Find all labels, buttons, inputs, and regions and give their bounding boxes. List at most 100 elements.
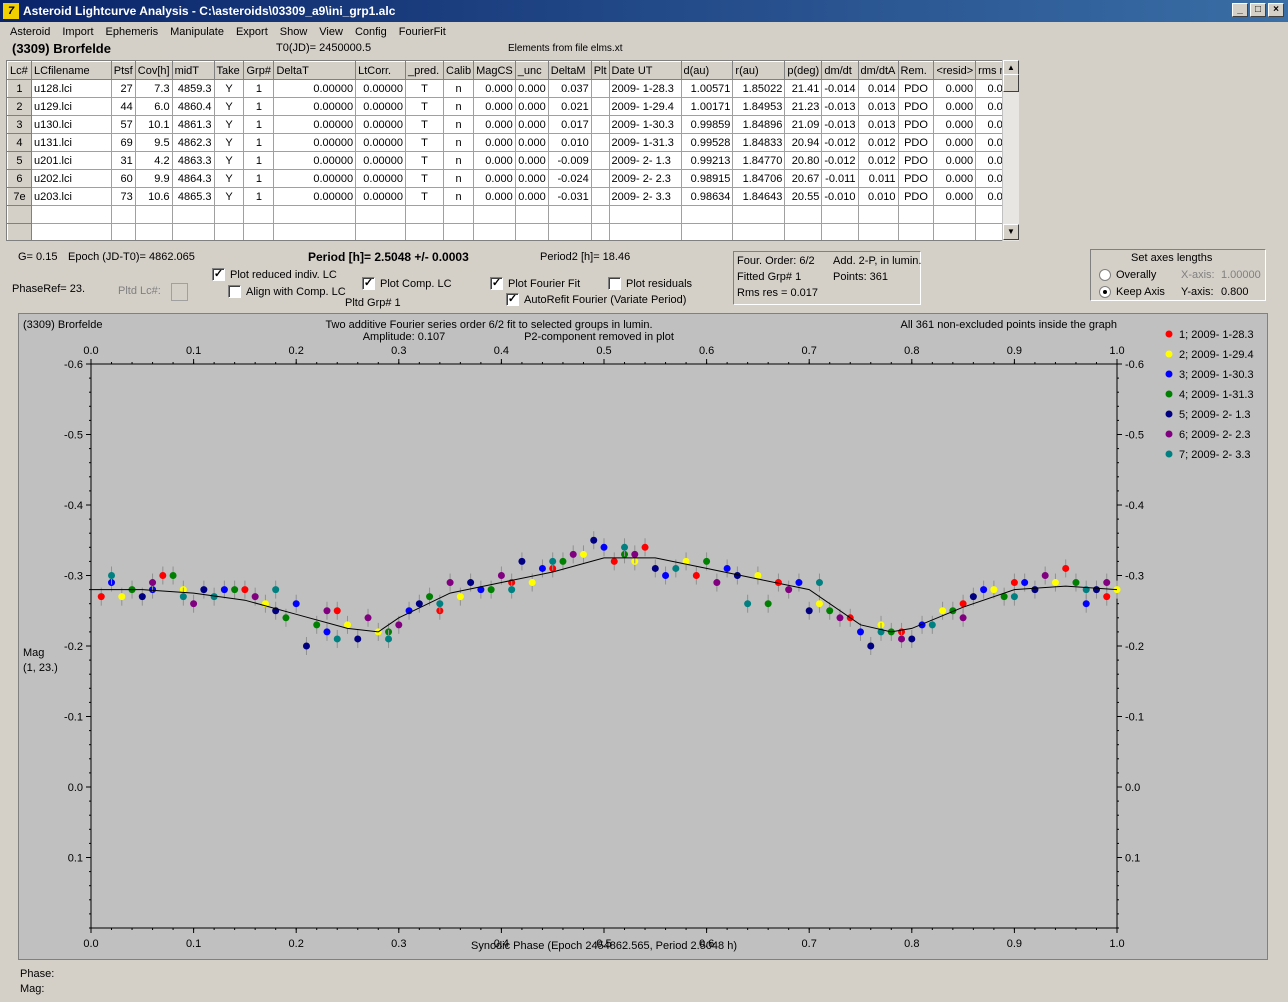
table-cell[interactable]: Y — [213, 79, 245, 98]
table-cell[interactable]: 10.1 — [134, 115, 173, 134]
table-cell[interactable]: 0.000 — [473, 187, 516, 206]
table-cell[interactable]: 0.00000 — [355, 79, 407, 98]
table-cell[interactable]: 4.2 — [134, 151, 173, 170]
table-cell[interactable]: 10.6 — [134, 187, 173, 206]
table-cell[interactable]: 2009- 1-31.3 — [608, 133, 682, 152]
table-cell[interactable]: u202.lci — [30, 169, 112, 188]
table-cell[interactable] — [608, 205, 682, 224]
table-cell[interactable] — [7, 223, 32, 240]
table-cell[interactable]: 7.3 — [134, 79, 173, 98]
menu-ephemeris[interactable]: Ephemeris — [100, 26, 165, 38]
table-cell[interactable]: 1.00171 — [680, 97, 734, 116]
table-cell[interactable]: n — [442, 151, 475, 170]
table-cell[interactable] — [608, 223, 682, 240]
table-row-empty[interactable] — [7, 223, 1018, 240]
lightcurve-plot[interactable]: 0.0 0.0 0.1 0.1 0.2 0.2 0.3 0.3 0.4 0.4 0.5 0.5 0.6 0… — [18, 313, 1268, 960]
table-cell[interactable] — [590, 151, 610, 170]
column-header[interactable]: Plt — [590, 61, 610, 80]
table-cell[interactable] — [30, 223, 112, 240]
table-cell[interactable]: 0.011 — [857, 169, 899, 188]
table-cell[interactable]: Y — [213, 97, 245, 116]
table-cell[interactable]: 1 — [243, 115, 275, 134]
table-cell[interactable] — [473, 223, 516, 240]
table-cell[interactable]: 9.9 — [134, 169, 173, 188]
row-header[interactable]: 5 — [7, 151, 32, 170]
table-cell[interactable]: PDO — [897, 115, 935, 134]
table-cell[interactable]: 0.037 — [547, 79, 592, 98]
table-cell[interactable]: 27 — [110, 79, 136, 98]
table-row[interactable]: 4 u131.lci 69 9.5 4862.3 Y 1 0.00000 0.00000 Tn 0.… — [7, 133, 1018, 152]
yaxis-value[interactable]: 0.800 — [1221, 286, 1249, 298]
table-cell[interactable] — [547, 205, 592, 224]
table-cell[interactable]: 0.00000 — [273, 97, 357, 116]
table-cell[interactable]: -0.024 — [547, 169, 592, 188]
table-cell[interactable] — [821, 223, 859, 240]
table-cell[interactable]: 20.80 — [784, 151, 823, 170]
table-cell[interactable] — [680, 205, 734, 224]
table-cell[interactable]: 1 — [243, 151, 275, 170]
table-cell[interactable]: 4861.3 — [171, 115, 215, 134]
table-cell[interactable] — [473, 205, 516, 224]
table-cell[interactable]: 4860.4 — [171, 97, 215, 116]
table-scrollbar[interactable]: ▲ ▼ — [1002, 60, 1019, 241]
table-cell[interactable]: PDO — [897, 187, 935, 206]
table-cell[interactable]: 0.000 — [933, 79, 977, 98]
table-cell[interactable] — [857, 223, 899, 240]
table-cell[interactable]: -0.013 — [821, 97, 859, 116]
table-cell[interactable] — [933, 205, 977, 224]
table-cell[interactable]: 0.000 — [473, 151, 516, 170]
row-header[interactable]: 2 — [7, 97, 32, 116]
table-cell[interactable] — [590, 79, 610, 98]
table-cell[interactable] — [590, 115, 610, 134]
xaxis-value[interactable]: 1.00000 — [1221, 269, 1261, 281]
restore-button[interactable]: □ — [1250, 3, 1266, 17]
table-row[interactable]: 3 u130.lci 57 10.1 4861.3 Y 1 0.00000 0.00000 Tn 0… — [7, 115, 1018, 134]
table-cell[interactable] — [171, 205, 215, 224]
table-cell[interactable]: T — [405, 115, 444, 134]
column-header[interactable]: DeltaT — [273, 61, 357, 80]
column-header[interactable]: MagCS — [473, 61, 516, 80]
table-cell[interactable]: 20.67 — [784, 169, 823, 188]
table-cell[interactable]: n — [442, 115, 475, 134]
table-cell[interactable] — [405, 205, 444, 224]
table-cell[interactable] — [273, 223, 357, 240]
table-cell[interactable] — [590, 133, 610, 152]
column-header[interactable]: Date UT — [608, 61, 682, 80]
table-cell[interactable]: 2009- 1-29.4 — [608, 97, 682, 116]
table-cell[interactable]: PDO — [897, 97, 935, 116]
column-header[interactable]: dm/dtA — [857, 61, 899, 80]
table-cell[interactable] — [110, 223, 136, 240]
table-cell[interactable]: 0.00000 — [273, 187, 357, 206]
table-cell[interactable] — [134, 223, 173, 240]
table-cell[interactable]: 1 — [243, 169, 275, 188]
scroll-down-icon[interactable]: ▼ — [1003, 224, 1019, 240]
table-cell[interactable]: -0.011 — [821, 169, 859, 188]
table-cell[interactable]: 20.94 — [784, 133, 823, 152]
plot-comp-checkbox[interactable]: ✓ Plot Comp. LC — [362, 277, 452, 290]
pltd-lc-spinner[interactable] — [171, 283, 188, 301]
table-cell[interactable]: 0.000 — [933, 97, 977, 116]
menu-fourierfit[interactable]: FourierFit — [393, 26, 452, 38]
table-cell[interactable]: 60 — [110, 169, 136, 188]
table-cell[interactable] — [7, 205, 32, 224]
table-cell[interactable] — [590, 169, 610, 188]
column-header[interactable]: Rem. — [897, 61, 935, 80]
table-cell[interactable]: 0.013 — [857, 97, 899, 116]
table-cell[interactable] — [680, 223, 734, 240]
table-cell[interactable]: 2009- 1-28.3 — [608, 79, 682, 98]
table-row[interactable]: 2 u129.lci 44 6.0 4860.4 Y 1 0.00000 0.00000 Tn 0.… — [7, 97, 1018, 116]
table-cell[interactable]: PDO — [897, 79, 935, 98]
table-cell[interactable]: 1.85022 — [732, 79, 786, 98]
table-cell[interactable]: T — [405, 187, 444, 206]
table-cell[interactable] — [514, 223, 549, 240]
table-cell[interactable] — [784, 223, 823, 240]
table-cell[interactable] — [590, 223, 610, 240]
row-header[interactable]: 4 — [7, 133, 32, 152]
lightcurve-table[interactable]: Lc# LCfilename Ptsf Cov[h] midT Take Grp# Delta… — [6, 60, 1019, 241]
table-cell[interactable] — [821, 205, 859, 224]
table-cell[interactable]: T — [405, 97, 444, 116]
table-cell[interactable]: 0.99213 — [680, 151, 734, 170]
table-cell[interactable]: 0.000 — [514, 187, 549, 206]
table-cell[interactable] — [590, 187, 610, 206]
column-header[interactable]: _unc — [514, 61, 549, 80]
